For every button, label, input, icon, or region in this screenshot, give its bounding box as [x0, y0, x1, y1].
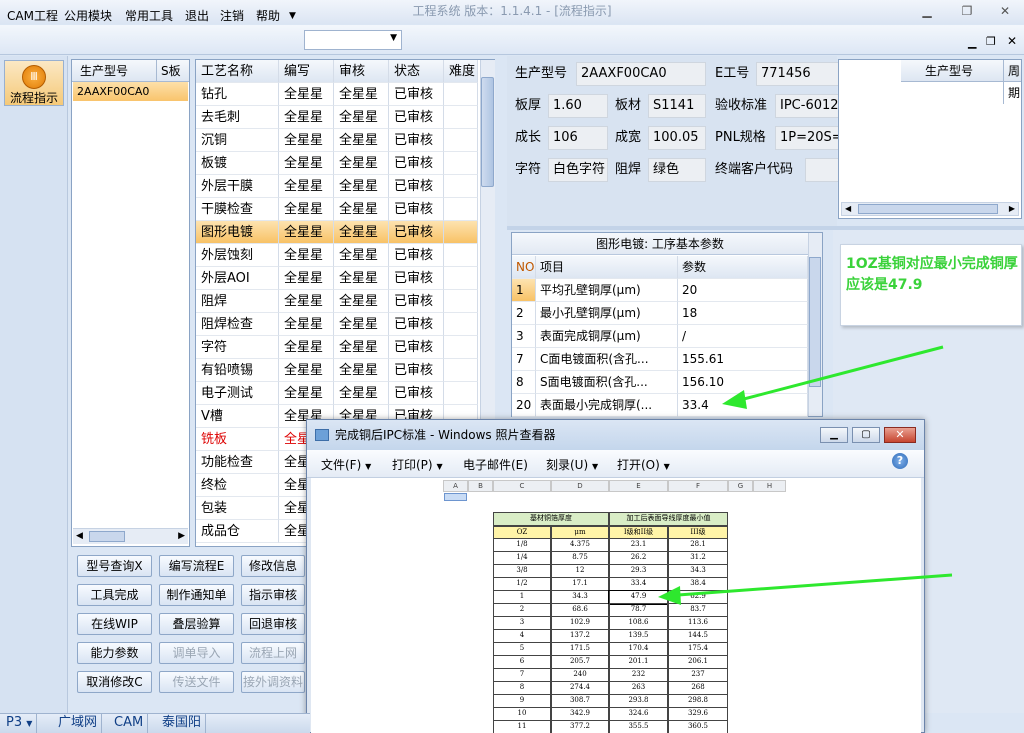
status-bar	[0, 713, 310, 733]
status-tab-cam[interactable]: CAM	[110, 713, 149, 733]
arrow-line-1	[739, 345, 944, 402]
status-tab-wan[interactable]: 广域网	[54, 713, 103, 733]
arrow-head-2	[658, 586, 681, 605]
chevron-down-icon: ▼	[26, 719, 33, 728]
annotation-arrows	[658, 345, 953, 605]
arrow-line-2	[677, 573, 953, 597]
status-tab-user[interactable]: 泰国阳	[158, 713, 207, 733]
arrow-head-1	[722, 390, 747, 409]
status-tab-p3[interactable]: P3 ▼	[2, 713, 38, 733]
status-p3-label: P3	[6, 715, 23, 730]
